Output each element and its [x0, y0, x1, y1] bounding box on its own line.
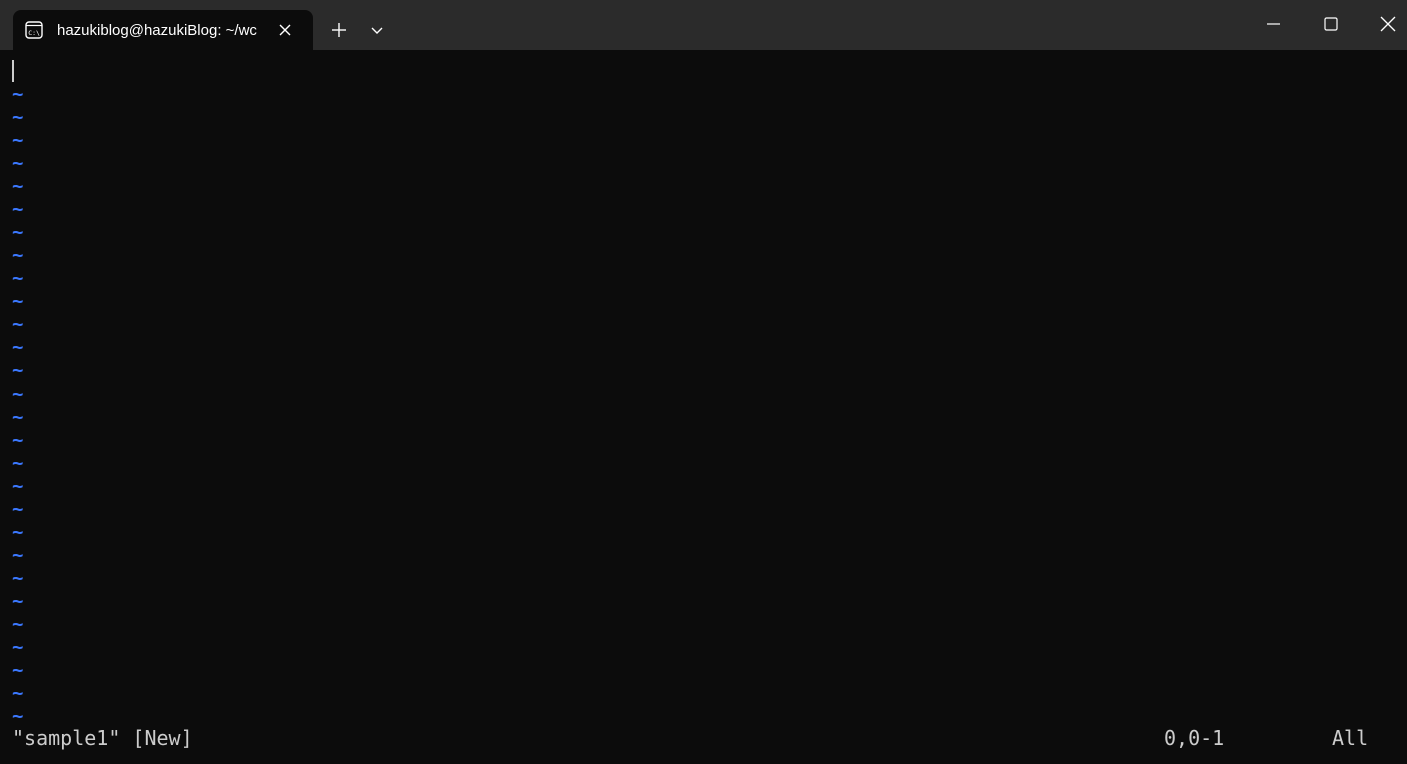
- empty-line-marker: ~: [12, 106, 24, 129]
- empty-line-marker: ~: [12, 543, 24, 566]
- tab-active[interactable]: C:\ hazukiblog@hazukiBlog: ~/wc: [13, 10, 313, 50]
- new-tab-button[interactable]: [322, 14, 356, 46]
- title-bar: C:\ hazukiblog@hazukiBlog: ~/wc: [0, 0, 1407, 50]
- empty-line-marker: ~: [12, 129, 24, 152]
- empty-line-marker: ~: [12, 382, 24, 405]
- empty-line-marker: ~: [12, 612, 24, 635]
- text-cursor: [12, 60, 14, 82]
- empty-line-marker: ~: [12, 520, 24, 543]
- empty-line-marker: ~: [12, 682, 24, 705]
- empty-line-marker: ~: [12, 428, 24, 451]
- chevron-down-icon: [371, 27, 383, 34]
- empty-line-marker: ~: [12, 198, 24, 221]
- tab-close-icon[interactable]: [275, 20, 295, 40]
- empty-line-marker: ~: [12, 705, 24, 728]
- close-window-button[interactable]: [1360, 0, 1407, 48]
- vim-statusline: "sample1" [New] 0,0-1 All: [0, 726, 1407, 750]
- terminal-window: C:\ hazukiblog@hazukiBlog: ~/wc ~ ~ ~ ~ …: [0, 0, 1407, 764]
- terminal-area[interactable]: ~ ~ ~ ~ ~ ~ ~ ~ ~ ~ ~ ~ ~ ~ ~ ~ ~ ~ ~ ~ ~ ~ ~ ~ ~ ~ ~ ~ "sample1" […: [0, 50, 1407, 764]
- minimize-icon: [1267, 23, 1280, 25]
- close-icon: [1380, 16, 1396, 32]
- maximize-button[interactable]: [1302, 0, 1360, 48]
- empty-line-marker: ~: [12, 152, 24, 175]
- empty-line-marker: ~: [12, 405, 24, 428]
- empty-line-marker: ~: [12, 83, 24, 105]
- empty-line-marker: ~: [12, 221, 24, 244]
- empty-line-marker: ~: [12, 175, 24, 198]
- terminal-icon: C:\: [25, 21, 43, 39]
- empty-line-marker: ~: [12, 659, 24, 681]
- empty-line-marker: ~: [12, 474, 24, 497]
- empty-line-marker: ~: [12, 566, 24, 589]
- tab-dropdown-button[interactable]: [362, 14, 392, 46]
- cursor-position: 0,0-1: [1164, 726, 1225, 750]
- tab-title: hazukiblog@hazukiBlog: ~/wc: [57, 22, 257, 39]
- empty-line-marker: ~: [12, 267, 24, 290]
- empty-line-marker: ~: [12, 290, 24, 313]
- plus-icon: [332, 23, 346, 37]
- svg-text:C:\: C:\: [28, 29, 40, 37]
- empty-line-marker: ~: [12, 497, 24, 520]
- minimize-button[interactable]: [1244, 0, 1302, 48]
- maximize-icon: [1324, 17, 1338, 31]
- scroll-indicator: All: [1332, 726, 1369, 750]
- empty-line-marker: ~: [12, 336, 24, 359]
- empty-line-marker: ~: [12, 451, 24, 474]
- empty-line-marker: ~: [12, 635, 24, 658]
- empty-line-marker: ~: [12, 313, 24, 336]
- empty-line-marker: ~: [12, 244, 24, 267]
- empty-line-marker: ~: [12, 589, 24, 612]
- status-message: "sample1" [New]: [12, 726, 193, 750]
- empty-line-marker: ~: [12, 359, 24, 382]
